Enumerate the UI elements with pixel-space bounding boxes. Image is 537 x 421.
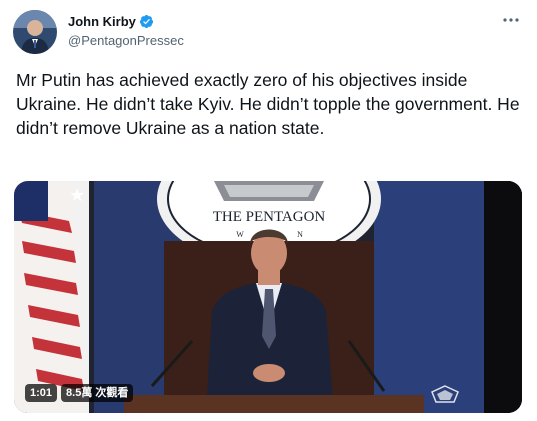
verified-badge-icon [139, 14, 154, 29]
video-overlay: 1:01 8.5萬 次觀看 [25, 384, 134, 402]
video-frame: ★ THE PENTAGON W N [14, 181, 522, 413]
video-duration: 1:01 [25, 384, 58, 402]
author-info: John Kirby @PentagonPressec [68, 12, 184, 49]
handle[interactable]: @PentagonPressec [68, 33, 184, 48]
tweet-text: Mr Putin has achieved exactly zero of hi… [16, 70, 520, 138]
seal-letter-w: W [236, 230, 244, 239]
avatar-image [13, 10, 57, 54]
avatar[interactable] [13, 10, 57, 54]
name-row: John Kirby [68, 12, 184, 30]
more-options-button[interactable] [501, 12, 521, 28]
video-player[interactable]: ★ THE PENTAGON W N 1:01 8.5萬 次觀看 [14, 181, 522, 413]
seal-letter-n: N [297, 230, 303, 239]
svg-text:★: ★ [69, 185, 85, 206]
seal-text: THE PENTAGON [213, 209, 326, 225]
tweet-card: John Kirby @PentagonPressec Mr Putin has… [0, 0, 537, 421]
video-views: 8.5萬 次觀看 [61, 384, 134, 402]
display-name[interactable]: John Kirby [68, 14, 136, 29]
more-horizontal-icon [503, 18, 519, 22]
pentagon-watermark-icon [431, 385, 459, 403]
